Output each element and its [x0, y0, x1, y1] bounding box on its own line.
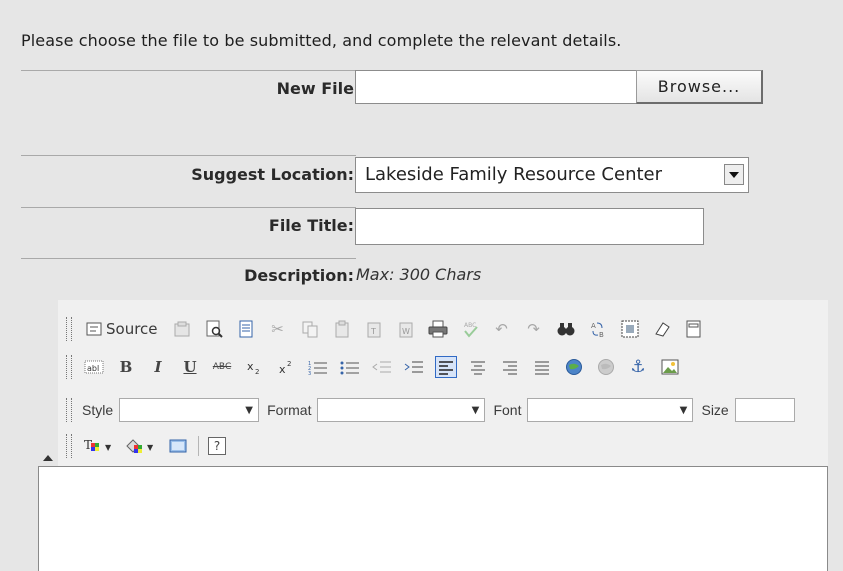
collapse-toolbar-icon[interactable] — [43, 455, 53, 461]
chevron-down-icon[interactable]: ▼ — [674, 399, 692, 421]
align-center-icon[interactable] — [467, 356, 489, 378]
divider — [21, 155, 356, 156]
undo-icon[interactable]: ↶ — [491, 318, 513, 340]
editor-toolbar: Source ✂ T W ABC ↶ ↷ AB abl B I U ABC x … — [58, 300, 828, 466]
location-selected-value: Lakeside Family Resource Center — [365, 164, 663, 185]
format-combo[interactable]: ▼ — [317, 398, 486, 422]
size-label: Size — [701, 402, 729, 418]
file-title-input[interactable] — [355, 208, 704, 245]
unlink-icon[interactable] — [595, 356, 617, 378]
toolbar-grip[interactable] — [66, 434, 72, 458]
numbered-list-icon[interactable]: 123 — [307, 356, 329, 378]
svg-text:2: 2 — [255, 368, 259, 375]
justify-icon[interactable] — [531, 356, 553, 378]
description-hint: Max: 300 Chars — [356, 265, 482, 284]
toolbar-grip[interactable] — [66, 355, 72, 379]
svg-text:x: x — [279, 363, 286, 375]
suggest-location-label: Suggest Location: — [191, 165, 354, 184]
redo-icon[interactable]: ↷ — [523, 318, 545, 340]
text-color-icon[interactable]: T ▼ — [83, 435, 115, 457]
divider — [21, 207, 356, 208]
svg-text:abl: abl — [87, 364, 99, 373]
replace-icon[interactable]: AB — [587, 318, 609, 340]
toolbar-row-4: T ▼ ▼ ? — [58, 429, 231, 463]
toolbar-row-3: Style ▼ Format ▼ Font ▼ Size — [58, 393, 795, 427]
templates-icon[interactable] — [235, 318, 257, 340]
superscript-icon[interactable]: x2 — [275, 356, 297, 378]
browse-button[interactable]: Browse... — [636, 70, 763, 104]
font-combo[interactable]: ▼ — [527, 398, 694, 422]
bulleted-list-icon[interactable] — [339, 356, 361, 378]
text-field-icon[interactable]: abl — [83, 356, 105, 378]
file-title-label: File Title: — [268, 216, 354, 235]
anchor-icon[interactable]: ⚓ — [627, 356, 649, 378]
preview-icon[interactable] — [203, 318, 225, 340]
link-icon[interactable] — [563, 356, 585, 378]
svg-text:x: x — [247, 360, 254, 373]
rich-text-editor: Source ✂ T W ABC ↶ ↷ AB abl B I U ABC x … — [38, 300, 828, 571]
svg-text:ABC: ABC — [464, 322, 476, 329]
align-left-icon[interactable] — [435, 356, 457, 378]
italic-button[interactable]: I — [147, 356, 169, 378]
source-icon — [86, 322, 102, 336]
subscript-icon[interactable]: x2 — [243, 356, 265, 378]
location-select[interactable]: Lakeside Family Resource Center — [355, 157, 749, 193]
find-icon[interactable] — [555, 318, 577, 340]
print-icon[interactable] — [427, 318, 449, 340]
select-all-icon[interactable] — [619, 318, 641, 340]
underline-button[interactable]: U — [179, 356, 201, 378]
bold-button[interactable]: B — [115, 356, 137, 378]
strikethrough-button[interactable]: ABC — [211, 356, 233, 378]
size-combo[interactable] — [734, 398, 795, 422]
toolbar-grip[interactable] — [66, 317, 72, 341]
style-label: Style — [82, 402, 114, 418]
spellcheck-icon[interactable]: ABC — [459, 318, 481, 340]
help-icon[interactable]: ? — [208, 437, 226, 455]
toolbar-grip[interactable] — [66, 398, 72, 422]
style-combo[interactable]: ▼ — [119, 398, 260, 422]
svg-text:W: W — [402, 327, 410, 336]
form-icon[interactable] — [683, 318, 705, 340]
svg-text:▼: ▼ — [147, 443, 154, 452]
toolbar-row-1: Source ✂ T W ABC ↶ ↷ AB — [58, 312, 710, 346]
svg-text:3: 3 — [308, 371, 311, 375]
copy-icon[interactable] — [299, 318, 321, 340]
cut-icon[interactable]: ✂ — [267, 318, 289, 340]
source-button[interactable]: Source — [83, 318, 161, 340]
svg-text:2: 2 — [287, 360, 291, 368]
source-button-label: Source — [106, 320, 158, 338]
divider — [21, 258, 356, 259]
paste-text-icon[interactable]: T — [363, 318, 385, 340]
save-icon[interactable] — [171, 318, 193, 340]
svg-text:T: T — [84, 438, 92, 452]
chevron-down-icon[interactable]: ▼ — [240, 399, 258, 421]
intro-text: Please choose the file to be submitted, … — [21, 31, 622, 50]
paste-icon[interactable] — [331, 318, 353, 340]
toolbar-separator — [198, 436, 199, 456]
remove-format-icon[interactable] — [651, 318, 673, 340]
svg-text:T: T — [370, 327, 376, 336]
format-label: Format — [267, 402, 312, 418]
chevron-down-icon[interactable] — [724, 164, 744, 185]
background-color-icon[interactable]: ▼ — [125, 435, 157, 457]
new-file-input[interactable] — [355, 70, 637, 104]
svg-text:A: A — [591, 322, 596, 330]
outdent-icon[interactable] — [371, 356, 393, 378]
image-icon[interactable] — [659, 356, 681, 378]
table-icon[interactable] — [167, 435, 189, 457]
paste-word-icon[interactable]: W — [395, 318, 417, 340]
svg-text:▼: ▼ — [105, 443, 112, 452]
svg-text:B: B — [599, 331, 604, 338]
description-label: Description: — [244, 266, 354, 285]
toolbar-row-2: abl B I U ABC x2 x2 123 ⚓ — [58, 350, 686, 384]
align-right-icon[interactable] — [499, 356, 521, 378]
indent-icon[interactable] — [403, 356, 425, 378]
divider — [21, 70, 356, 71]
chevron-down-icon[interactable]: ▼ — [466, 399, 484, 421]
editor-content-area[interactable] — [38, 466, 828, 571]
new-file-label: New File — [276, 79, 354, 98]
font-label: Font — [493, 402, 522, 418]
